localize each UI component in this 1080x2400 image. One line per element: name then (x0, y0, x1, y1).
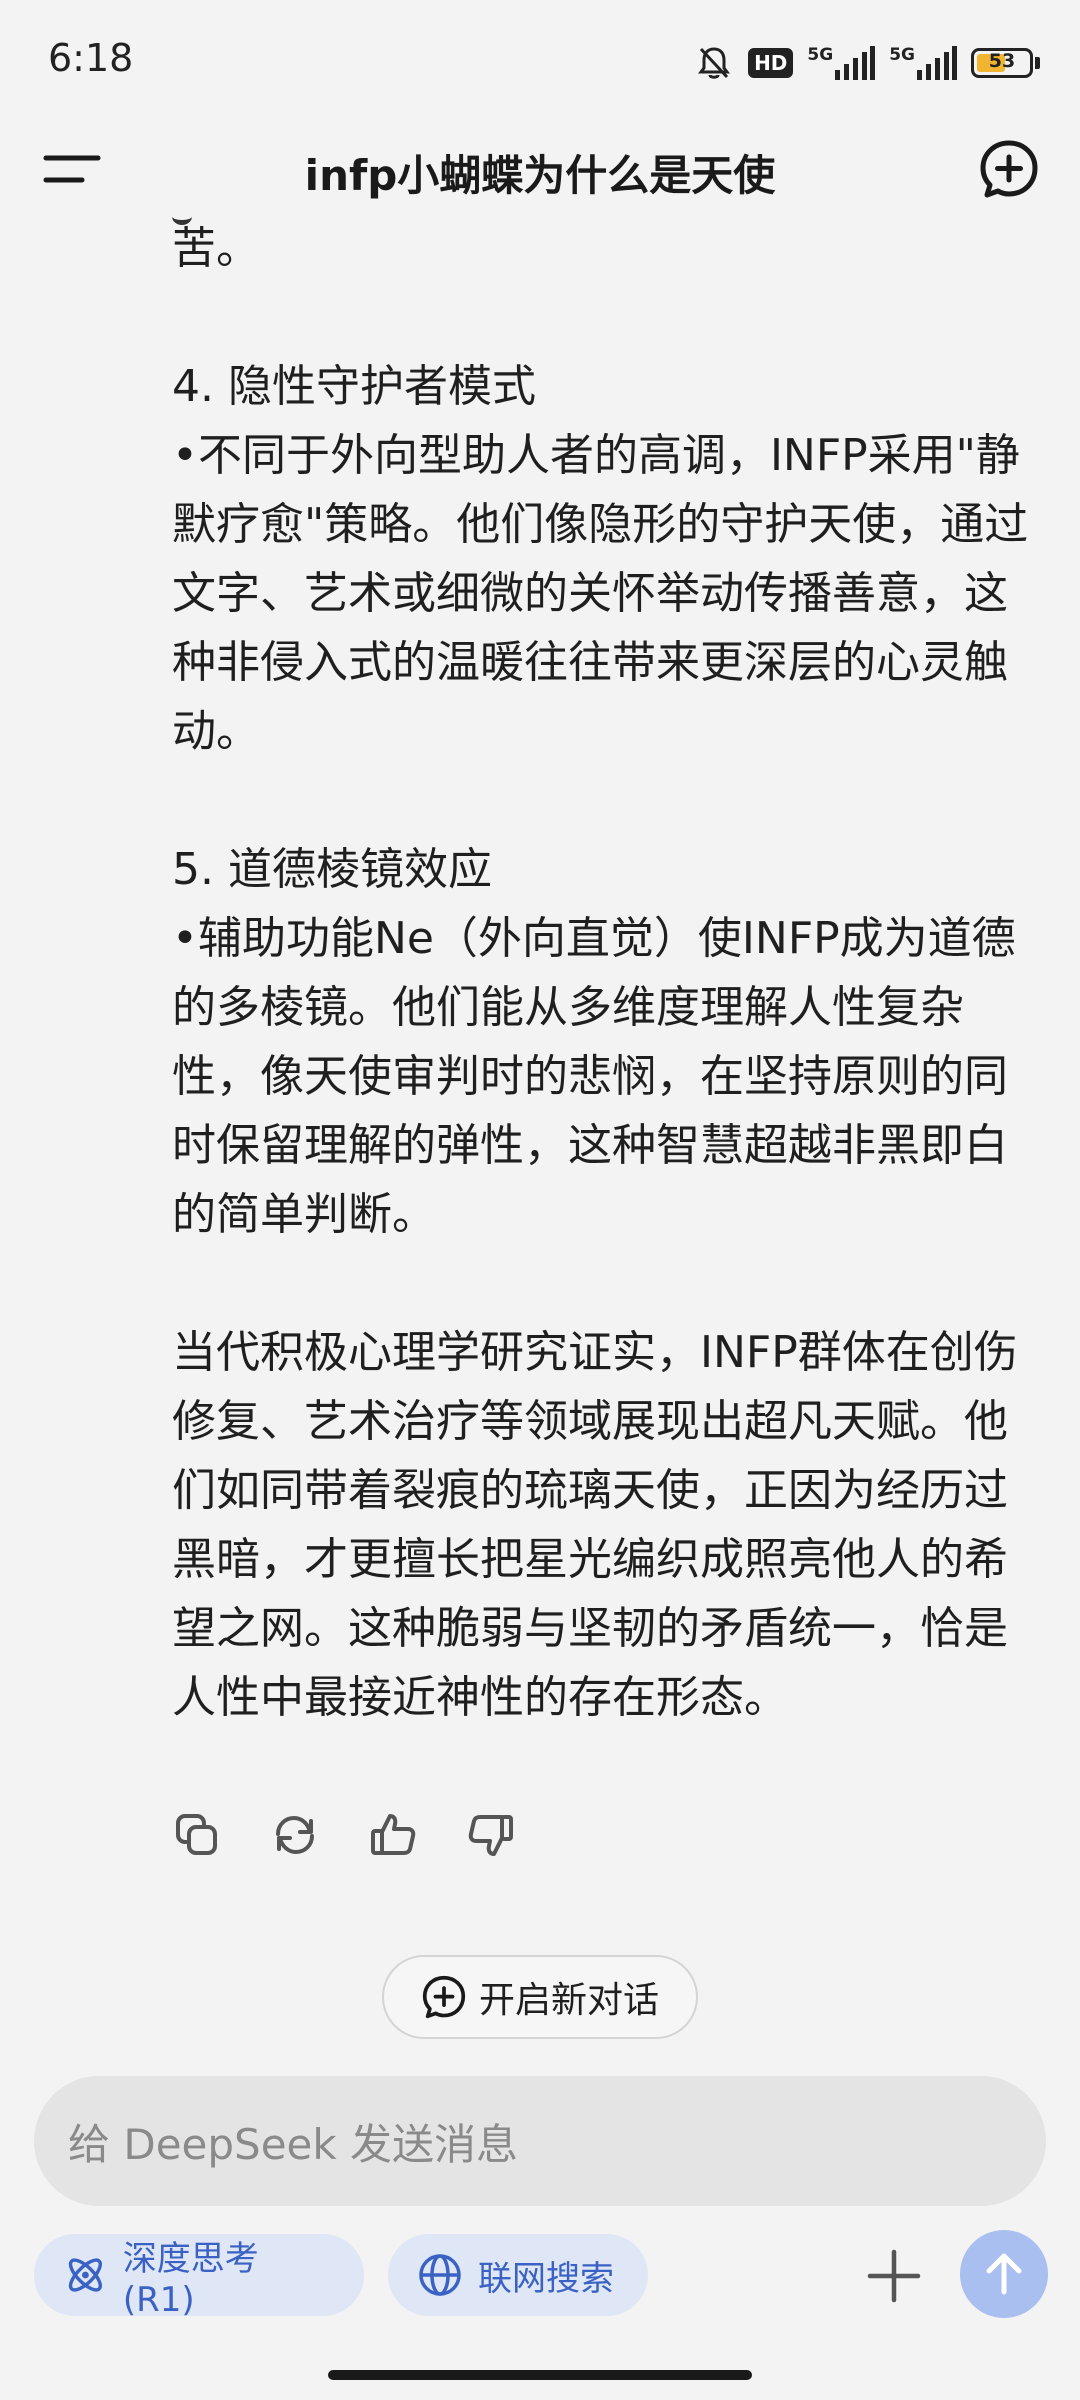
message-paragraph: •辅助功能Ne（外向直觉）使INFP成为道德的多棱镜。他们能从多维度理解人性复杂… (172, 913, 1016, 1240)
deep-think-toggle[interactable]: 深度思考 (R1) (34, 2234, 364, 2320)
thumbs-up-icon (371, 1814, 416, 1855)
regenerate-button[interactable] (270, 1810, 320, 1860)
atom-icon (68, 2258, 102, 2292)
home-indicator[interactable] (328, 2370, 752, 2380)
dislike-button[interactable] (466, 1810, 516, 1860)
battery-icon: 53 (971, 48, 1033, 78)
assistant-message: 苦。 4. 隐性守护者模式 •不同于外向型助人者的高调，INFP采用"静默疗愈"… (172, 214, 1032, 1732)
plus-icon (867, 2249, 921, 2303)
message-heading: 4. 隐性守护者模式 (172, 361, 536, 412)
signal-2: 5G (889, 46, 957, 80)
message-paragraph: 当代积极心理学研究证实，INFP群体在创伤修复、艺术治疗等领域展现出超凡天赋。他… (172, 1327, 1018, 1723)
network-type-label: 5G (889, 45, 915, 65)
web-search-toggle[interactable]: 联网搜索 (388, 2234, 648, 2316)
status-bar: 6:18 HD 5G 5G 53 (0, 0, 1080, 130)
hd-badge: HD (748, 48, 794, 78)
copy-icon (176, 1814, 217, 1855)
message-paragraph: •不同于外向型助人者的高调，INFP采用"静默疗愈"策略。他们像隐形的守护天使，… (172, 430, 1029, 757)
new-chat-button[interactable] (978, 138, 1040, 200)
attach-button[interactable] (864, 2246, 924, 2306)
message-paragraph: 苦。 (172, 223, 260, 274)
signal-1: 5G (807, 45, 876, 80)
like-button[interactable] (368, 1810, 418, 1860)
message-input[interactable]: 给 DeepSeek 发送消息 (34, 2076, 1046, 2206)
battery-tip (1035, 57, 1040, 69)
copy-button[interactable] (172, 1810, 222, 1860)
arrow-up-icon (986, 2253, 1022, 2295)
refresh-icon (276, 1815, 314, 1855)
signal-bars-icon (835, 46, 876, 80)
network-type-label: 5G (807, 45, 834, 65)
send-button[interactable] (960, 2230, 1048, 2318)
thumbs-down-icon (468, 1815, 513, 1856)
new-conversation-button[interactable]: 开启新对话 (382, 1955, 698, 2039)
globe-icon (419, 2254, 461, 2296)
message-actions (172, 1810, 516, 1866)
new-chat-icon (422, 1975, 466, 2019)
signal-bars-icon (917, 46, 957, 80)
page-title: infp小蝴蝶为什么是天使 (304, 151, 776, 200)
app-header: infp小蝴蝶为什么是天使 (0, 120, 1080, 220)
status-icons: HD 5G 5G 53 (694, 40, 1040, 86)
deep-think-label: 深度思考 (R1) (122, 2238, 259, 2320)
new-chat-icon (980, 140, 1038, 198)
message-heading: 5. 道德棱镜效应 (172, 844, 492, 895)
bell-muted-icon (694, 43, 734, 83)
status-time: 6:18 (48, 36, 134, 80)
message-input-placeholder: 给 DeepSeek 发送消息 (68, 2119, 519, 2169)
battery-level: 53 (988, 50, 1016, 72)
new-conversation-label: 开启新对话 (478, 1980, 659, 2021)
web-search-label: 联网搜索 (478, 2258, 614, 2299)
